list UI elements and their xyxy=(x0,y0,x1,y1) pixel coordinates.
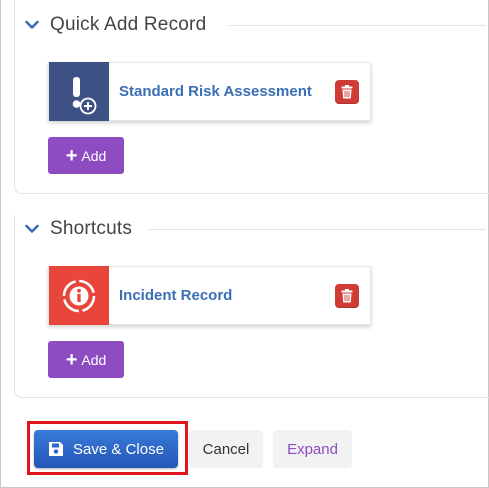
form-container: Quick Add Record Standard Risk Assessmen… xyxy=(0,0,489,488)
section-divider xyxy=(149,229,486,230)
chevron-down-icon[interactable] xyxy=(23,220,41,238)
add-button-label: Add xyxy=(81,351,107,368)
record-card[interactable]: Incident Record xyxy=(48,266,371,325)
expand-label: Expand xyxy=(287,440,338,458)
cancel-label: Cancel xyxy=(202,440,250,458)
add-button[interactable]: + Add xyxy=(48,341,124,378)
chevron-down-icon[interactable] xyxy=(23,16,41,34)
add-button-label: Add xyxy=(81,147,107,164)
cancel-button[interactable]: Cancel xyxy=(189,430,263,468)
add-button[interactable]: + Add xyxy=(48,137,124,174)
save-close-label: Save & Close xyxy=(73,440,164,458)
trash-icon[interactable] xyxy=(335,79,359,104)
section-title: Shortcuts xyxy=(50,218,133,239)
save-close-button[interactable]: Save & Close xyxy=(34,430,178,468)
plus-icon: + xyxy=(65,348,78,371)
card-label[interactable]: Incident Record xyxy=(119,287,335,304)
risk-add-icon xyxy=(49,62,109,121)
trash-icon[interactable] xyxy=(335,283,359,308)
quick-add-header[interactable]: Quick Add Record xyxy=(23,12,206,38)
expand-button[interactable]: Expand xyxy=(273,430,352,468)
incident-icon xyxy=(49,266,109,325)
shortcuts-header[interactable]: Shortcuts xyxy=(23,216,132,242)
save-icon xyxy=(49,442,64,456)
section-divider xyxy=(228,25,486,26)
card-label[interactable]: Standard Risk Assessment xyxy=(119,83,335,100)
plus-icon: + xyxy=(65,144,78,167)
section-title: Quick Add Record xyxy=(50,14,207,35)
record-card[interactable]: Standard Risk Assessment xyxy=(48,62,371,121)
